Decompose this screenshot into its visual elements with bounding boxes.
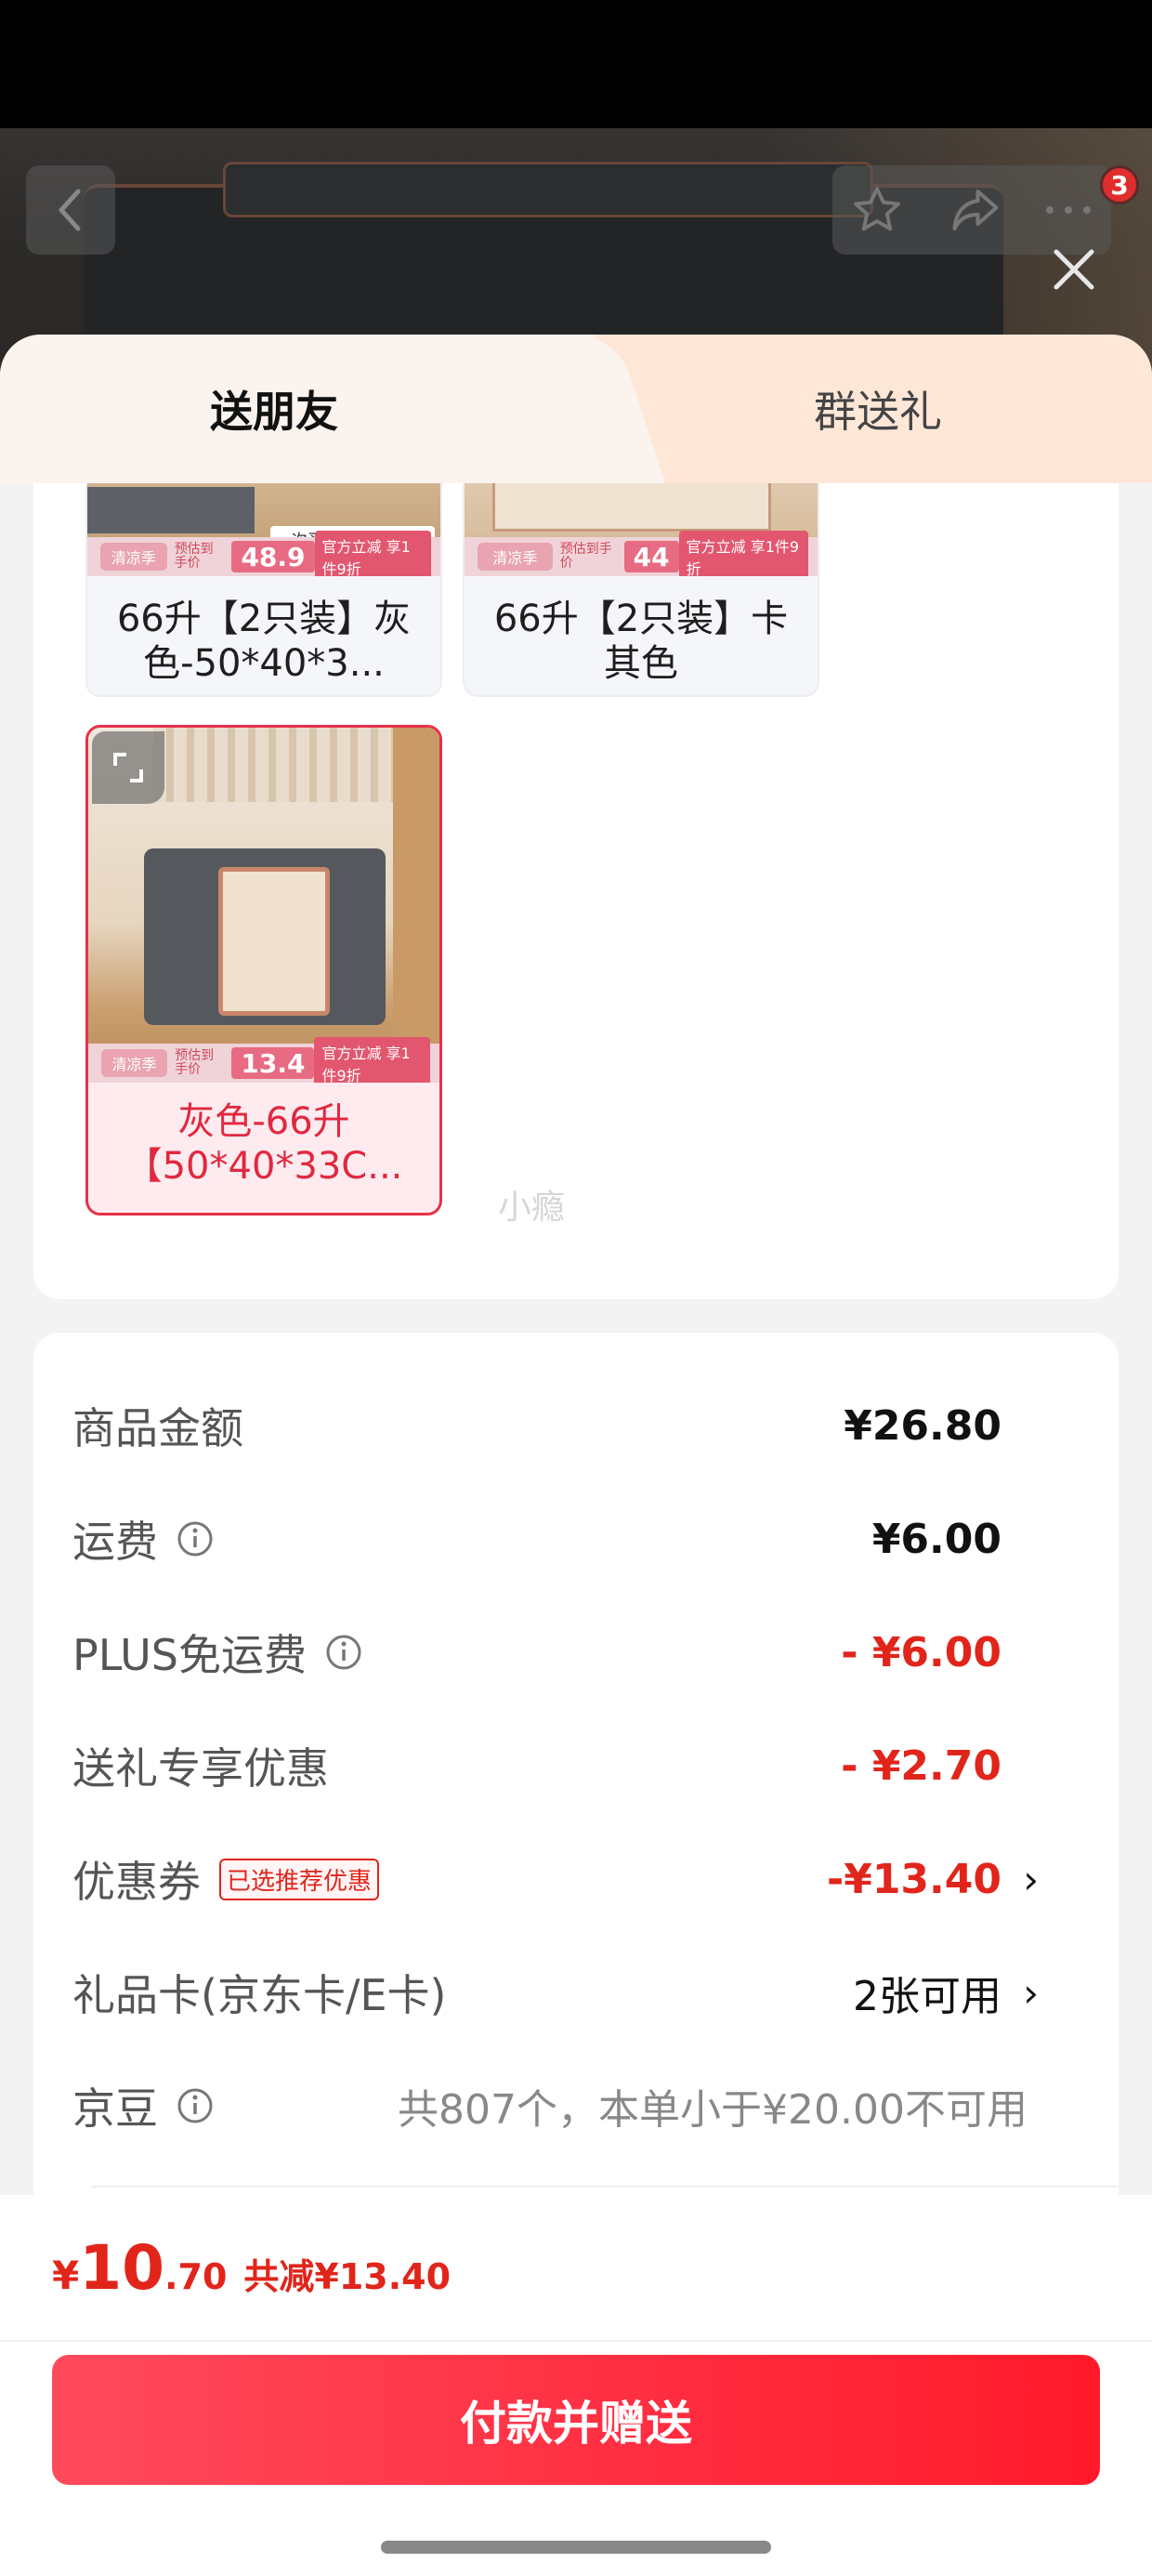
- variant-label: 灰色-66升【50*40*33C...: [124, 1100, 403, 1188]
- tab-group-gift[interactable]: 群送礼: [604, 335, 1152, 483]
- gift-mode-tabs: 送朋友 群送礼: [0, 335, 1152, 483]
- home-indicator: [381, 2541, 771, 2554]
- close-button[interactable]: [1044, 240, 1104, 299]
- price-strip: 清凉季 预估到手价 48.9 官方立减 享1件9折: [87, 531, 440, 576]
- price-summary-card: 商品金额 ¥26.80 运费 ¥6.00 PLUS免运费 - ¥6.00 送礼专…: [33, 1333, 1119, 2262]
- gift-card-value: 2张可用: [853, 1973, 1001, 2020]
- goods-amount-row: 商品金额 ¥26.80: [72, 1401, 1001, 1454]
- plus-free-shipping-row: PLUS免运费 - ¥6.00: [72, 1628, 1001, 1681]
- favorite-button[interactable]: [840, 173, 914, 247]
- plus-free-shipping-value: - ¥6.00: [841, 1628, 1001, 1676]
- expand-icon[interactable]: [92, 731, 164, 804]
- gift-discount-value: - ¥2.70: [841, 1741, 1001, 1790]
- chevron-right-icon: ›: [1023, 1856, 1039, 1902]
- spec-selection-card: 一次买俩 省心又省钱! 清凉季 预估到手价 48.9 官方立减 享1件9折 66…: [33, 483, 1119, 1299]
- variant-price: 44: [623, 541, 679, 572]
- more-button[interactable]: [1031, 173, 1106, 247]
- price-strip: 清凉季 预估到手价 44 官方立减 享1件9折: [465, 531, 818, 576]
- coupon-row[interactable]: 优惠券 已选推荐优惠 -¥13.40 ›: [72, 1842, 1076, 1916]
- more-icon: [1046, 206, 1091, 214]
- back-button[interactable]: [26, 165, 115, 255]
- variant-option[interactable]: 一次买俩 省心又省钱! 清凉季 预估到手价 48.9 官方立减 享1件9折 66…: [85, 483, 442, 697]
- info-icon[interactable]: [177, 1520, 214, 1557]
- divider: [0, 2340, 1152, 2342]
- gift-discount-row: 送礼专享优惠 - ¥2.70: [72, 1741, 1001, 1794]
- jd-beans-row: 京豆 共807个，本单小于¥20.00不可用: [72, 2069, 1076, 2143]
- close-icon: [1054, 249, 1094, 290]
- watermark: 小瘾: [498, 1189, 566, 1227]
- coupon-value: -¥13.40: [826, 1855, 1001, 1903]
- variant-price: 48.9: [231, 541, 315, 572]
- share-icon: [952, 190, 999, 230]
- info-icon[interactable]: [325, 1634, 362, 1671]
- variant-price: 13.4: [231, 1047, 315, 1079]
- info-icon[interactable]: [177, 2087, 214, 2124]
- status-bar: [0, 0, 1152, 128]
- star-icon: [854, 187, 900, 231]
- variant-option-selected[interactable]: 清凉季 预估到手价 13.4 官方立减 享1件9折 灰色-66升【50*40*3…: [85, 725, 442, 1216]
- variant-label: 66升【2只装】卡其色: [493, 598, 789, 685]
- share-button[interactable]: [938, 173, 1013, 247]
- jd-beans-note: 共807个，本单小于¥20.00不可用: [398, 2086, 1028, 2134]
- divider: [91, 2186, 1119, 2188]
- pay-and-gift-button[interactable]: 付款并赠送: [52, 2355, 1100, 2485]
- cart-count-badge: 3: [1100, 165, 1139, 204]
- tab-send-friend[interactable]: 送朋友: [0, 335, 548, 483]
- shipping-row: 运费 ¥6.00: [72, 1515, 1001, 1568]
- coupon-tag: 已选推荐优惠: [219, 1858, 380, 1900]
- price-strip: 清凉季 预估到手价 13.4 官方立减 享1件9折: [88, 1037, 439, 1083]
- gift-card-row[interactable]: 礼品卡(京东卡/E卡) 2张可用 ›: [72, 1955, 1076, 2030]
- final-price: ¥ 10 .70 共减¥13.40: [52, 2232, 452, 2304]
- variant-thumbnail: 清凉季 预估到手价 13.4 官方立减 享1件9折: [88, 728, 439, 1083]
- variant-thumbnail: 清凉季 预估到手价 44 官方立减 享1件9折: [465, 483, 818, 576]
- variant-label: 66升【2只装】灰色-50*40*3...: [116, 598, 412, 685]
- chevron-right-icon: ›: [1023, 1969, 1039, 2016]
- variant-thumbnail: 一次买俩 省心又省钱! 清凉季 预估到手价 48.9 官方立减 享1件9折: [87, 483, 440, 576]
- shipping-value: ¥6.00: [871, 1515, 1001, 1563]
- goods-amount-value: ¥26.80: [844, 1401, 1001, 1450]
- back-icon: [59, 189, 81, 231]
- variant-option[interactable]: 清凉季 预估到手价 44 官方立减 享1件9折 66升【2只装】卡其色: [463, 483, 819, 697]
- bottom-action-bar: ¥ 10 .70 共减¥13.40 付款并赠送: [0, 2195, 1152, 2576]
- total-discount: 共减¥13.40: [243, 2256, 452, 2297]
